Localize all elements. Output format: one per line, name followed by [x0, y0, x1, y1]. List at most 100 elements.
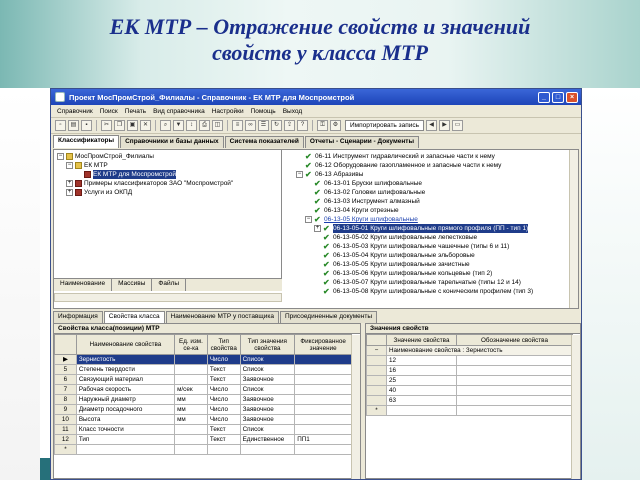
- table-cell[interactable]: [294, 424, 352, 435]
- tab-naimenovanie[interactable]: Наименование: [54, 279, 113, 291]
- table-row[interactable]: 12 Тип Текст Единственное ПП1: [54, 434, 352, 445]
- expand-icon[interactable]: +: [66, 189, 73, 196]
- table-row[interactable]: 7 Рабочая скорость м/сек Число Список: [54, 384, 352, 395]
- tree-node[interactable]: − ✔ 06-13-05 Круги шлифовальные: [287, 215, 575, 224]
- table-cell[interactable]: Заявочное: [239, 414, 296, 425]
- properties-icon[interactable]: ☰: [258, 120, 269, 131]
- column-header[interactable]: Тип значения свойства: [239, 334, 296, 355]
- collapse-icon[interactable]: −: [57, 153, 64, 160]
- tree-node[interactable]: ✔ 06-13-05-02 Круги шлифовальные лепестко…: [287, 233, 575, 242]
- table-cell[interactable]: [294, 374, 352, 385]
- table-cell[interactable]: [456, 355, 573, 366]
- sort-icon[interactable]: ↕: [186, 120, 197, 131]
- table-cell[interactable]: [206, 444, 241, 455]
- table-row[interactable]: 25: [366, 375, 573, 386]
- group-collapse-icon[interactable]: −: [366, 345, 387, 356]
- table-cell[interactable]: [456, 395, 573, 406]
- table-cell[interactable]: [294, 364, 352, 375]
- table-cell[interactable]: Список: [239, 364, 296, 375]
- table-cell[interactable]: [174, 374, 208, 385]
- table-cell[interactable]: Зернистость: [75, 354, 176, 365]
- table-cell[interactable]: [174, 354, 208, 365]
- expand-icon[interactable]: +: [314, 225, 321, 232]
- close-button[interactable]: ×: [566, 91, 578, 103]
- tree-node[interactable]: ✔ 06-12 Оборудование газопламенное и запа…: [287, 161, 575, 170]
- table-cell[interactable]: Число: [206, 394, 241, 405]
- open-icon[interactable]: ▤: [68, 120, 79, 131]
- tree-node[interactable]: ✔ 06-13-02 Головки шлифовальные: [287, 188, 575, 197]
- print-icon[interactable]: ⎙: [199, 120, 210, 131]
- table-row[interactable]: 12: [366, 355, 573, 366]
- help-icon[interactable]: ?: [297, 120, 308, 131]
- table-cell[interactable]: Текст: [206, 434, 241, 445]
- filter-icon[interactable]: ▼: [173, 120, 184, 131]
- table-cell[interactable]: Число: [206, 404, 241, 415]
- table-row[interactable]: 10 Высота мм Число Заявочное: [54, 414, 352, 425]
- key-icon[interactable]: ⚿: [317, 120, 328, 131]
- column-header[interactable]: Наименование свойства: [75, 334, 176, 355]
- column-header[interactable]: Ед. изм. се-ка: [174, 334, 208, 355]
- collapse-icon[interactable]: −: [66, 162, 73, 169]
- table-cell[interactable]: [75, 444, 176, 455]
- tab-prisoedinennye-dokumenty[interactable]: Присоединенные документы: [279, 311, 378, 323]
- tree-node[interactable]: ✔ 06-13-05-08 Круги шлифовальные с кониче…: [287, 287, 575, 296]
- tree-node-selected[interactable]: ЕК МТР для Моспромстрой: [57, 170, 278, 179]
- table-cell[interactable]: Текст: [206, 374, 241, 385]
- table-cell[interactable]: Список: [239, 354, 296, 365]
- table-cell[interactable]: 63: [386, 395, 457, 406]
- table-cell[interactable]: 40: [386, 385, 457, 396]
- table-cell[interactable]: [174, 434, 208, 445]
- cut-icon[interactable]: ✂: [101, 120, 112, 131]
- table-cell[interactable]: Степень твердости: [75, 364, 176, 375]
- tab-otchety[interactable]: Отчеты - Сценарии - Документы: [304, 136, 420, 148]
- collapse-icon[interactable]: −: [305, 216, 312, 223]
- window-icon[interactable]: ▭: [452, 120, 463, 131]
- column-header[interactable]: Значение свойства: [386, 334, 457, 346]
- tree-node[interactable]: ✔ 06-13-01 Бруски шлифовальные: [287, 179, 575, 188]
- copy-icon[interactable]: ❐: [114, 120, 125, 131]
- table-cell[interactable]: Заявочное: [239, 404, 296, 415]
- table-cell[interactable]: Заявочное: [239, 374, 296, 385]
- new-icon[interactable]: ▫: [55, 120, 66, 131]
- menu-item-pomosh[interactable]: Помощь: [251, 108, 276, 115]
- table-row[interactable]: 9 Диаметр посадочного мм Число Заявочное: [54, 404, 352, 415]
- expand-icon[interactable]: +: [66, 180, 73, 187]
- delete-icon[interactable]: ✕: [140, 120, 151, 131]
- table-cell[interactable]: [174, 364, 208, 375]
- table-cell[interactable]: Наружный диаметр: [75, 394, 176, 405]
- tree-icon[interactable]: ≡: [232, 120, 243, 131]
- group-row[interactable]: − Наименование свойства : Зернистость: [366, 345, 573, 356]
- tree-node[interactable]: ✔ 06-13-03 Инструмент алмазный: [287, 197, 575, 206]
- table-cell[interactable]: Высота: [75, 414, 176, 425]
- vertical-scrollbar[interactable]: [351, 335, 360, 479]
- menu-item-vid[interactable]: Вид справочника: [153, 108, 205, 115]
- table-cell[interactable]: 16: [386, 365, 457, 376]
- menu-item-vyhod[interactable]: Выход: [283, 108, 302, 115]
- table-cell[interactable]: [456, 405, 573, 416]
- table-cell[interactable]: м/сек: [174, 384, 208, 395]
- refresh-icon[interactable]: ↻: [271, 120, 282, 131]
- table-row[interactable]: 6 Связующий материал Текст Заявочное: [54, 374, 352, 385]
- table-cell[interactable]: [239, 444, 296, 455]
- tab-naimenovanie-u-postavshchika[interactable]: Наименование МТР у поставщика: [165, 311, 279, 323]
- table-cell[interactable]: Число: [206, 414, 241, 425]
- table-cell[interactable]: Число: [206, 384, 241, 395]
- column-header[interactable]: Тип свойства: [206, 334, 241, 355]
- tree-node[interactable]: ✔ 06-11 Инструмент гидравлический и запас…: [287, 152, 575, 161]
- table-cell[interactable]: [294, 414, 352, 425]
- table-cell[interactable]: [294, 394, 352, 405]
- table-row[interactable]: 5 Степень твердости Текст Список: [54, 364, 352, 375]
- tree-node[interactable]: ✔ 06-13-05-04 Круги шлифовальные эльборов…: [287, 251, 575, 260]
- link-icon[interactable]: ∞: [245, 120, 256, 131]
- horizontal-scrollbar[interactable]: [54, 293, 282, 302]
- table-row[interactable]: 40: [366, 385, 573, 396]
- table-row[interactable]: 11 Класс точности Текст Список: [54, 424, 352, 435]
- tree-node[interactable]: ✔ 06-13-04 Круги отрезные: [287, 206, 575, 215]
- menu-item-spravochnik[interactable]: Справочник: [57, 108, 93, 115]
- maximize-button[interactable]: □: [552, 91, 564, 103]
- table-cell[interactable]: [294, 384, 352, 395]
- table-cell[interactable]: Рабочая скорость: [75, 384, 176, 395]
- table-cell[interactable]: Единственное: [239, 434, 296, 445]
- table-row[interactable]: 63: [366, 395, 573, 406]
- tree-node[interactable]: − ✔ 06-13 Абразивы: [287, 170, 575, 179]
